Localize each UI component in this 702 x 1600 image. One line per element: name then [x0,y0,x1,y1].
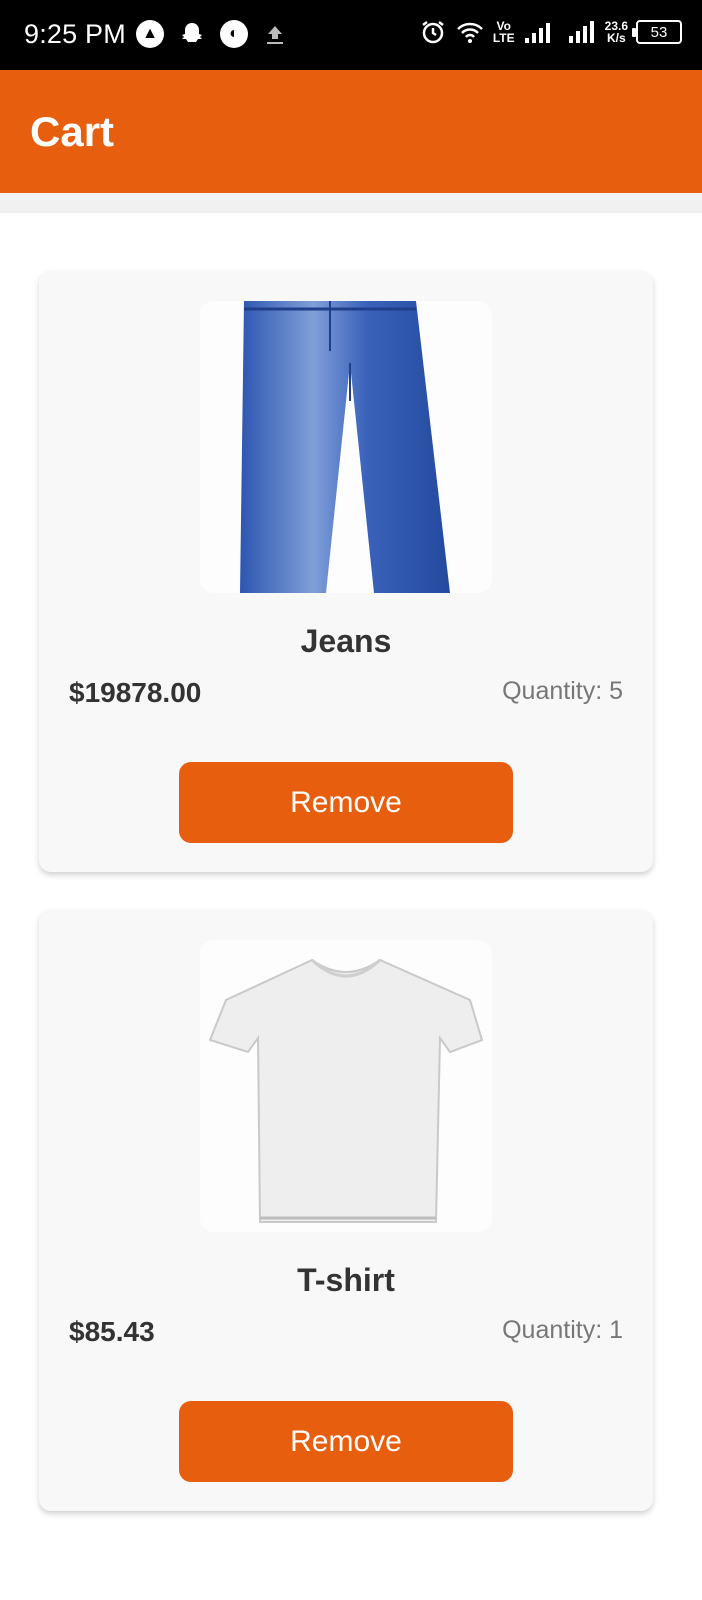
product-quantity: Quantity: 5 [502,677,623,705]
app-notification-icon: ▲ [136,20,164,48]
network-speed: 23.6 K/s [604,19,628,45]
wifi-icon [456,22,483,43]
upload-icon [267,26,283,44]
cart-item-card: Jeans $19878.00 Quantity: 5 Remove [39,271,653,872]
signal-icon-2 [568,21,594,43]
volte-indicator: Vo LTE [492,19,515,45]
product-price: $85.43 [69,1316,155,1347]
product-name: T-shirt [297,1262,395,1298]
notification-icons: ▲ ◐ [136,20,288,48]
product-image [200,940,492,1232]
battery-indicator: 53 [632,20,682,44]
remove-button[interactable]: Remove [179,1401,513,1482]
jeans-icon [240,301,450,593]
header-divider [0,193,702,213]
status-time: 9:25 PM [24,19,126,49]
alarm-icon [422,21,444,44]
snapchat-icon [182,23,202,42]
tshirt-icon [208,958,484,1223]
remove-button[interactable]: Remove [179,762,513,843]
system-icons: Vo LTE 23.6 K/s 53 [419,18,682,46]
product-image [200,301,492,593]
page-title: Cart [30,108,115,155]
app-badge-icon: ◐ [220,20,248,48]
product-quantity: Quantity: 1 [502,1316,623,1344]
cart-item-card: T-shirt $85.43 Quantity: 1 Remove [39,910,653,1511]
app-bar: Cart [0,70,702,193]
product-price: $19878.00 [69,677,202,708]
status-bar: 9:25 PM ▲ ◐ Vo LTE 23.6 K/s 53 [0,0,702,70]
product-name: Jeans [300,623,392,659]
signal-icon [524,23,550,43]
